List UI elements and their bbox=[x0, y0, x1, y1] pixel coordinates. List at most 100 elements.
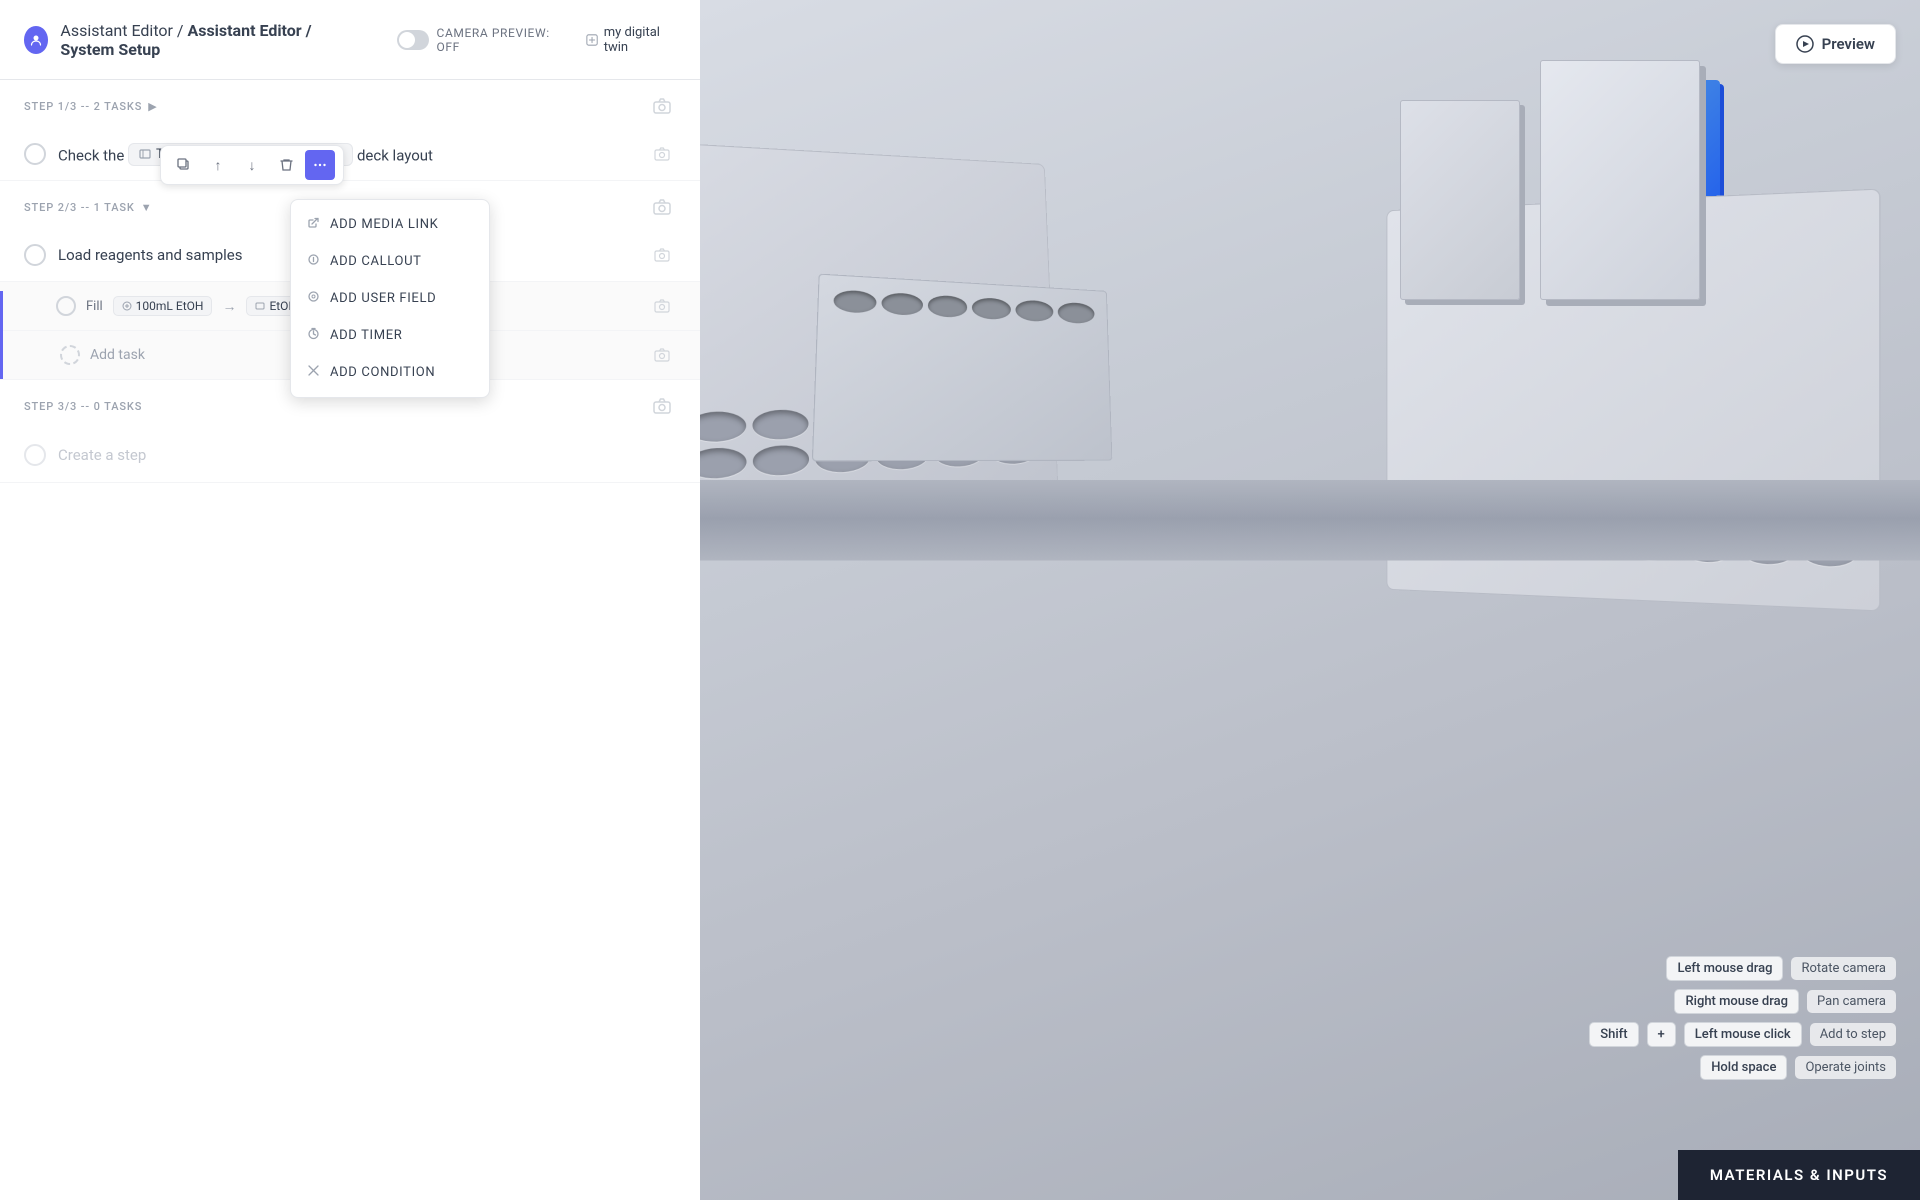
fill-label: Fill bbox=[86, 299, 103, 314]
duplicate-icon bbox=[177, 158, 191, 172]
right-panel: Preview Left mouse drag Rotate camera Ri… bbox=[700, 0, 1920, 1200]
move-down-btn[interactable]: ↓ bbox=[237, 150, 267, 180]
task-1-camera[interactable] bbox=[648, 140, 676, 168]
preview-button[interactable]: Preview bbox=[1775, 24, 1896, 64]
camera-preview-label: CAMERA PREVIEW: OFF bbox=[437, 26, 558, 54]
move-up-btn[interactable]: ↑ bbox=[203, 150, 233, 180]
equipment-tall-2 bbox=[1540, 60, 1700, 300]
step-1-arrow: ▶ bbox=[148, 100, 156, 113]
step-1-label: STEP 1/3 -- 2 TASKS bbox=[24, 100, 142, 113]
delete-btn[interactable] bbox=[271, 150, 301, 180]
camera-icon bbox=[653, 98, 671, 114]
fill-task-camera[interactable] bbox=[648, 292, 676, 320]
camera-preview-toggle[interactable] bbox=[397, 30, 428, 50]
more-options-btn[interactable] bbox=[305, 150, 335, 180]
task-toolbar: ↑ ↓ bbox=[160, 145, 344, 185]
well-8 bbox=[752, 444, 809, 476]
operate-joints-action: Operate joints bbox=[1795, 1056, 1896, 1079]
camera-icon-sm bbox=[654, 147, 670, 161]
step-section-2: STEP 2/3 -- 1 TASK ▼ Load reagents and s… bbox=[0, 181, 700, 380]
equipment-block-2 bbox=[812, 274, 1113, 462]
header-title: Assistant Editor / Assistant Editor / Sy… bbox=[60, 21, 369, 59]
task-1: Check the Tecan Fluent 480 with extensio… bbox=[0, 128, 700, 180]
shift-key: Shift bbox=[1589, 1022, 1638, 1047]
rotate-camera-action: Rotate camera bbox=[1791, 957, 1896, 980]
add-timer-label: ADD TIMER bbox=[330, 328, 402, 343]
add-task-label: Add task bbox=[90, 347, 145, 363]
b-well-4 bbox=[972, 297, 1011, 320]
control-row-shift-click: Shift + Left mouse click Add to step bbox=[1589, 1022, 1896, 1047]
task-2-checkbox[interactable] bbox=[24, 244, 46, 266]
add-condition-item[interactable]: ADD CONDITION bbox=[291, 354, 489, 391]
add-media-link-item[interactable]: ADD MEDIA LINK bbox=[291, 206, 489, 243]
materials-inputs-bar[interactable]: MATERIALS & INPUTS bbox=[1678, 1150, 1920, 1200]
task-2-camera[interactable] bbox=[648, 241, 676, 269]
camera-icon-3 bbox=[654, 248, 670, 262]
b-well-1 bbox=[833, 289, 876, 313]
left-drag-key: Left mouse drag bbox=[1666, 956, 1783, 981]
assistant-icon bbox=[24, 26, 48, 54]
left-click-key: Left mouse click bbox=[1684, 1022, 1802, 1047]
camera-icon-4 bbox=[654, 299, 670, 313]
camera-icon-5 bbox=[654, 348, 670, 362]
b-well-3 bbox=[927, 295, 967, 318]
well-2 bbox=[752, 409, 809, 440]
condition-icon bbox=[307, 364, 320, 381]
dropdown-menu: ADD MEDIA LINK ADD CALLOUT bbox=[290, 199, 490, 398]
timer-icon bbox=[307, 327, 320, 344]
control-row-right-drag: Right mouse drag Pan camera bbox=[1589, 989, 1896, 1014]
preview-label: Preview bbox=[1822, 35, 1875, 53]
b-well-6 bbox=[1058, 302, 1095, 324]
step-2-label: STEP 2/3 -- 1 TASK bbox=[24, 201, 135, 214]
camera-toggle[interactable]: CAMERA PREVIEW: OFF bbox=[397, 26, 557, 54]
fill-task-row: Fill 100mL EtOH → EtOH Trough bbox=[0, 281, 700, 330]
add-user-field-label: ADD USER FIELD bbox=[330, 291, 436, 306]
add-task-camera[interactable] bbox=[648, 341, 676, 369]
add-timer-item[interactable]: ADD TIMER bbox=[291, 317, 489, 354]
pan-camera-action: Pan camera bbox=[1807, 990, 1896, 1013]
step-2-arrow: ▼ bbox=[141, 201, 152, 214]
right-drag-key: Right mouse drag bbox=[1674, 989, 1799, 1014]
fill-amount[interactable]: 100mL EtOH bbox=[113, 296, 213, 316]
materials-inputs-label: MATERIALS & INPUTS bbox=[1710, 1166, 1888, 1184]
step-1-header: STEP 1/3 -- 2 TASKS ▶ bbox=[0, 80, 700, 128]
media-link-icon bbox=[307, 216, 320, 233]
add-user-field-item[interactable]: ADD USER FIELD bbox=[291, 280, 489, 317]
duplicate-btn[interactable] bbox=[169, 150, 199, 180]
b-well-5 bbox=[1016, 300, 1054, 323]
trough-icon bbox=[255, 301, 265, 311]
control-row-left-drag: Left mouse drag Rotate camera bbox=[1589, 956, 1896, 981]
create-step-label: Create a step bbox=[58, 446, 146, 464]
task-1-checkbox[interactable] bbox=[24, 143, 46, 165]
add-callout-item[interactable]: ADD CALLOUT bbox=[291, 243, 489, 280]
step-2-camera-btn[interactable] bbox=[648, 193, 676, 221]
step-section-1: STEP 1/3 -- 2 TASKS ▶ Check the bbox=[0, 80, 700, 181]
chip-icon bbox=[139, 148, 151, 160]
digital-twin-label: my digital twin bbox=[604, 25, 676, 55]
well-7 bbox=[700, 447, 746, 480]
active-step-indicator bbox=[0, 291, 3, 379]
b-well-2 bbox=[881, 292, 923, 316]
camera-icon-6 bbox=[653, 398, 671, 414]
steps-content: STEP 1/3 -- 2 TASKS ▶ Check the bbox=[0, 80, 700, 1200]
plus-key: + bbox=[1647, 1022, 1676, 1047]
create-step-row[interactable]: Create a step bbox=[0, 428, 700, 482]
hold-space-key: Hold space bbox=[1700, 1055, 1787, 1080]
controls-overlay: Left mouse drag Rotate camera Right mous… bbox=[1589, 956, 1896, 1080]
digital-twin-icon bbox=[586, 33, 598, 47]
preview-icon bbox=[1796, 35, 1814, 53]
step-1-camera-btn[interactable] bbox=[648, 92, 676, 120]
camera-icon-2 bbox=[653, 199, 671, 215]
arrow-separator: → bbox=[222, 298, 236, 315]
left-panel: Assistant Editor / Assistant Editor / Sy… bbox=[0, 0, 700, 1200]
step-3-camera-btn[interactable] bbox=[648, 392, 676, 420]
well-1 bbox=[700, 411, 746, 443]
create-step-checkbox[interactable] bbox=[24, 444, 46, 466]
header-bar: Assistant Editor / Assistant Editor / Sy… bbox=[0, 0, 700, 80]
fill-checkbox[interactable] bbox=[56, 296, 76, 316]
digital-twin-link[interactable]: my digital twin bbox=[586, 25, 676, 55]
user-field-icon bbox=[307, 290, 320, 307]
control-row-hold-space: Hold space Operate joints bbox=[1589, 1055, 1896, 1080]
fill-icon bbox=[122, 301, 132, 311]
delete-icon bbox=[280, 158, 293, 172]
